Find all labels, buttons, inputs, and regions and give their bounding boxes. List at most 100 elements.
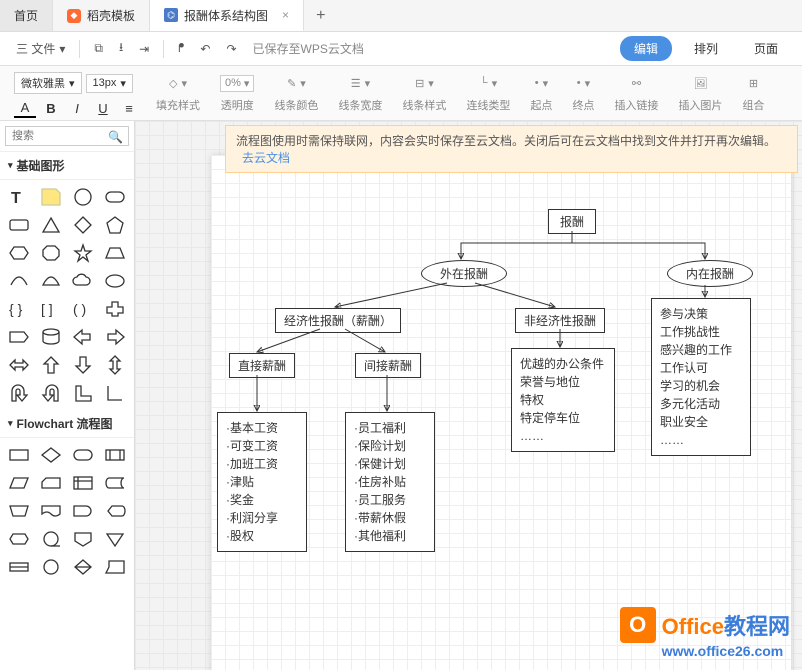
- shape-paren[interactable]: ( ): [68, 296, 98, 322]
- shape-rect[interactable]: [4, 212, 34, 238]
- shape-fc-card[interactable]: [36, 470, 66, 496]
- shape-cylinder[interactable]: [36, 324, 66, 350]
- shape-ellipse[interactable]: [100, 268, 130, 294]
- group-button[interactable]: ⊞组合: [732, 72, 774, 113]
- node-internal-list[interactable]: 参与决策 工作挑战性 感兴趣的工作 工作认可 学习的机会 多元化活动 职业安全 …: [651, 298, 751, 456]
- node-indirect[interactable]: 间接薪酬: [355, 353, 421, 378]
- shape-fc-rect[interactable]: [4, 442, 34, 468]
- close-icon[interactable]: ×: [282, 8, 289, 22]
- node-root[interactable]: 报酬: [548, 209, 596, 234]
- shape-arrow-left[interactable]: [68, 324, 98, 350]
- node-indirect-list[interactable]: ·员工福利 ·保险计划 ·保健计划 ·住房补贴 ·员工服务 ·带薪休假 ·其他福…: [345, 412, 435, 552]
- shape-fc-or[interactable]: [4, 554, 34, 580]
- line-width-group[interactable]: ☰▾线条宽度: [328, 72, 392, 113]
- redo-icon[interactable]: ↷: [220, 38, 242, 60]
- shape-uturn[interactable]: [4, 380, 34, 406]
- shape-fc-stored[interactable]: [100, 470, 130, 496]
- shape-octagon[interactable]: [36, 240, 66, 266]
- shape-fc-prep[interactable]: [4, 526, 34, 552]
- font-family-select[interactable]: 微软雅黑▾: [14, 72, 82, 94]
- shape-corner[interactable]: [100, 380, 130, 406]
- shape-arrow-lr[interactable]: [4, 352, 34, 378]
- mode-edit[interactable]: 编辑: [620, 36, 672, 61]
- shape-fc-data[interactable]: [4, 470, 34, 496]
- shape-fc-display[interactable]: [100, 498, 130, 524]
- insert-image-group[interactable]: 🖼插入图片: [668, 72, 732, 113]
- category-flowchart[interactable]: Flowchart 流程图: [0, 410, 134, 438]
- shape-arrow-down[interactable]: [68, 352, 98, 378]
- node-internal[interactable]: 内在报酬: [667, 260, 753, 287]
- line-style-group[interactable]: ⊟▾线条样式: [392, 72, 456, 113]
- shape-fc-delay[interactable]: [68, 498, 98, 524]
- shape-lshape[interactable]: [68, 380, 98, 406]
- tab-add[interactable]: +: [304, 7, 337, 25]
- shape-arc[interactable]: [4, 268, 34, 294]
- node-nonecon-list[interactable]: 优越的办公条件 荣誉与地位 特权 特定停车位 ……: [511, 348, 615, 452]
- file-menu[interactable]: 三 文件▾: [10, 36, 71, 61]
- bold-button[interactable]: B: [40, 98, 62, 118]
- shape-arrow-up[interactable]: [36, 352, 66, 378]
- shape-rounded-rect[interactable]: [100, 184, 130, 210]
- node-external[interactable]: 外在报酬: [421, 260, 507, 287]
- notice-link[interactable]: 去云文档: [242, 151, 290, 165]
- node-direct[interactable]: 直接薪酬: [229, 353, 295, 378]
- shape-fc-manual[interactable]: [4, 498, 34, 524]
- shape-fc-tape[interactable]: [36, 526, 66, 552]
- shape-brace-left[interactable]: { }: [4, 296, 34, 322]
- shape-uturn2[interactable]: [36, 380, 66, 406]
- shape-fc-process[interactable]: [100, 442, 130, 468]
- shape-circle[interactable]: [68, 184, 98, 210]
- shape-fc-sort[interactable]: [68, 554, 98, 580]
- underline-button[interactable]: U: [92, 98, 114, 118]
- shape-fc-merge[interactable]: [100, 526, 130, 552]
- tab-home[interactable]: 首页: [0, 0, 53, 31]
- shape-fc-collate[interactable]: [100, 554, 130, 580]
- start-point-group[interactable]: •▾起点: [520, 72, 562, 113]
- shape-bracket[interactable]: [ ]: [36, 296, 66, 322]
- shape-hexagon[interactable]: [4, 240, 34, 266]
- italic-button[interactable]: I: [66, 98, 88, 118]
- shape-note[interactable]: [36, 184, 66, 210]
- tab-document[interactable]: ⌬ 报酬体系结构图 ×: [150, 0, 304, 31]
- undo-icon[interactable]: ↶: [194, 38, 216, 60]
- node-nonecon[interactable]: 非经济性报酬: [515, 308, 605, 333]
- shape-star[interactable]: [68, 240, 98, 266]
- shape-arrow-ud[interactable]: [100, 352, 130, 378]
- search-icon[interactable]: 🔍: [108, 130, 123, 144]
- connector-type-group[interactable]: └▾连线类型: [456, 72, 520, 113]
- shape-fc-terminator[interactable]: [68, 442, 98, 468]
- shape-fc-offpage[interactable]: [68, 526, 98, 552]
- shape-fc-connector[interactable]: [36, 554, 66, 580]
- shape-arrow-right[interactable]: [100, 324, 130, 350]
- shape-trapezoid[interactable]: [100, 240, 130, 266]
- end-point-group[interactable]: •▾终点: [562, 72, 604, 113]
- node-econ[interactable]: 经济性报酬（薪酬）: [275, 308, 401, 333]
- shape-fc-document[interactable]: [36, 498, 66, 524]
- line-color-group[interactable]: ✎▾线条颜色: [264, 72, 328, 113]
- shape-text[interactable]: T: [4, 184, 34, 210]
- category-basic[interactable]: 基础图形: [0, 152, 134, 180]
- canvas-area[interactable]: 流程图使用时需保持联网，内容会实时保存至云文档。关闭后可在云文档中找到文件并打开…: [135, 121, 802, 670]
- export-icon[interactable]: ⇥: [133, 38, 155, 60]
- shape-tab[interactable]: [4, 324, 34, 350]
- shape-chord[interactable]: [36, 268, 66, 294]
- shape-pentagon[interactable]: [100, 212, 130, 238]
- shape-fc-internal[interactable]: [68, 470, 98, 496]
- download-icon[interactable]: ⭳: [113, 34, 129, 63]
- font-color-button[interactable]: A: [14, 98, 36, 118]
- align-button[interactable]: ≡: [118, 98, 140, 118]
- insert-link-group[interactable]: ⚯插入链接: [604, 72, 668, 113]
- shape-diamond[interactable]: [68, 212, 98, 238]
- node-direct-list[interactable]: ·基本工资 ·可变工资 ·加班工资 ·津贴 ·奖金 ·利润分享 ·股权: [217, 412, 307, 552]
- fill-style-group[interactable]: ◇▾填充样式: [146, 72, 210, 113]
- shape-cloud[interactable]: [68, 268, 98, 294]
- format-paint-icon[interactable]: ᖰ: [172, 37, 190, 60]
- tab-template[interactable]: ◆ 稻壳模板: [53, 0, 150, 31]
- shape-triangle[interactable]: [36, 212, 66, 238]
- transparency-group[interactable]: 0%▾透明度: [210, 72, 264, 113]
- mode-arrange[interactable]: 排列: [680, 36, 732, 61]
- copy-icon[interactable]: ⧉: [88, 37, 109, 60]
- shape-cross[interactable]: [100, 296, 130, 322]
- mode-page[interactable]: 页面: [740, 36, 792, 61]
- font-size-select[interactable]: 13px▾: [86, 74, 133, 93]
